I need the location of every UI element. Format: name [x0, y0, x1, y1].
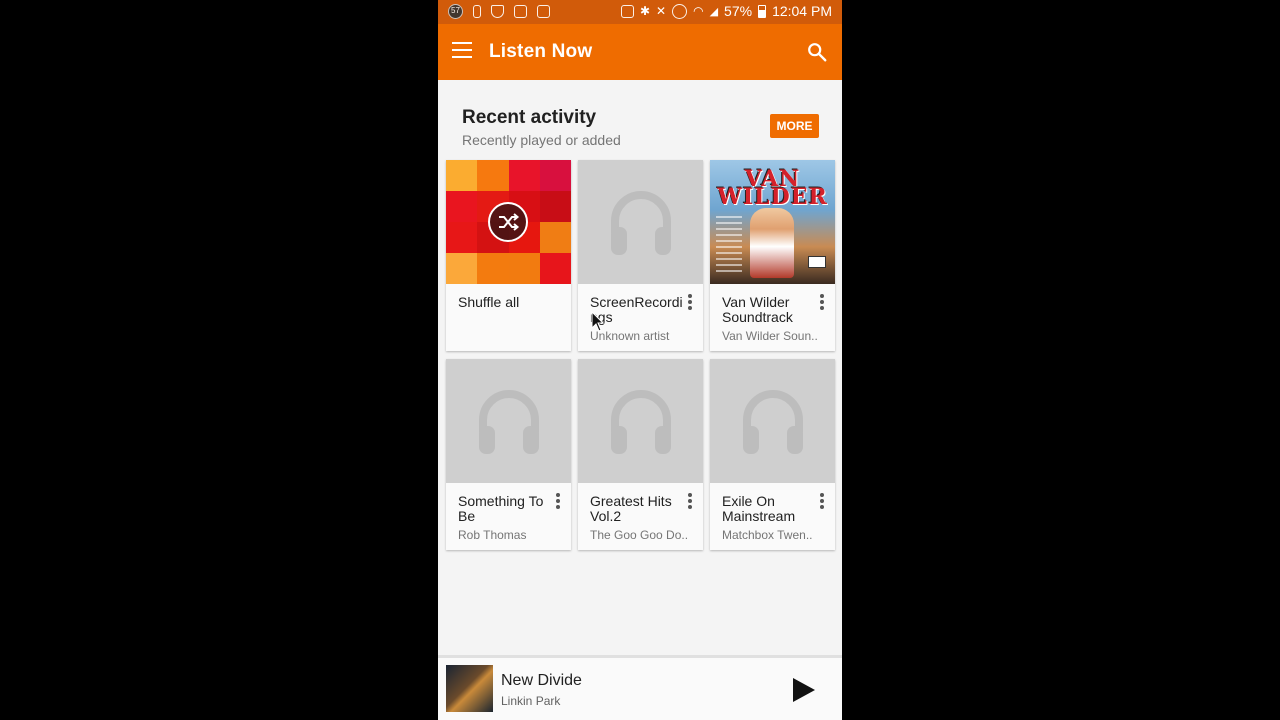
signal-icon: ◢ [709, 5, 719, 18]
search-icon[interactable] [806, 41, 828, 63]
card-subtitle: Van Wilder Soun.. [722, 329, 818, 343]
headphones-icon [611, 191, 671, 255]
card-subtitle: Unknown artist [590, 329, 670, 343]
phone-screen: 57 ✱ ✕ ◠ ◢ 57% 12:04 PM Listen Now Recen… [438, 0, 842, 720]
card-subtitle: Rob Thomas [458, 528, 527, 542]
card-subtitle: The Goo Goo Do.. [590, 528, 689, 542]
card-shuffle-all[interactable]: Shuffle all [446, 160, 571, 351]
menu-icon[interactable] [452, 42, 472, 58]
clock: 12:04 PM [772, 3, 832, 19]
card-title: Van Wilder Soundtrack [722, 294, 793, 325]
card-title: Exile On Mainstream [722, 493, 796, 524]
album-art-placeholder [578, 359, 703, 483]
battery-percent: 57% [724, 3, 753, 19]
card-title: Something To Be [458, 493, 544, 524]
wifi-icon: ◠ [693, 4, 704, 18]
card-title: Shuffle all [458, 294, 520, 310]
mouse-cursor-icon [591, 311, 605, 332]
alarm-icon [672, 3, 688, 19]
headphones-icon [479, 390, 539, 454]
album-art-placeholder [710, 359, 835, 483]
now-playing-album-art [446, 665, 493, 712]
overflow-menu-icon[interactable] [687, 493, 693, 509]
album-cover-art: VAN WILDER [710, 160, 835, 284]
shield-icon [491, 5, 504, 18]
cast-icon [620, 4, 634, 18]
status-bar: 57 ✱ ✕ ◠ ◢ 57% 12:04 PM [438, 0, 842, 24]
card-title: Greatest Hits Vol.2 [590, 493, 672, 524]
font-icon [537, 5, 550, 18]
card-album[interactable]: VAN WILDER Van Wilder Soundtrack Van Wil… [710, 160, 835, 351]
overflow-menu-icon[interactable] [687, 294, 693, 310]
notification-count-icon: 57 [448, 4, 463, 19]
album-art-placeholder [446, 359, 571, 483]
app-bar: Listen Now [438, 24, 842, 80]
now-playing-title: New Divide [501, 672, 582, 689]
album-art-placeholder [578, 160, 703, 284]
shuffle-mosaic-art [446, 160, 571, 284]
section-subtitle: Recently played or added [462, 132, 621, 148]
card-album[interactable]: Exile On Mainstream Matchbox Twen.. [710, 359, 835, 550]
now-playing-artist: Linkin Park [501, 694, 561, 708]
overflow-menu-icon[interactable] [555, 493, 561, 509]
bluetooth-icon: ✱ [639, 4, 651, 18]
play-icon[interactable] [788, 675, 818, 705]
overflow-menu-icon[interactable] [819, 493, 825, 509]
shuffle-icon[interactable] [488, 202, 528, 242]
now-playing-bar[interactable]: New Divide Linkin Park [438, 655, 842, 720]
phone-icon [473, 5, 481, 18]
voicemail-icon [514, 5, 527, 18]
more-button[interactable]: MORE [770, 114, 819, 138]
battery-icon [758, 4, 767, 18]
headphones-icon [611, 390, 671, 454]
overflow-menu-icon[interactable] [819, 294, 825, 310]
album-cover-lettering: VAN WILDER [717, 166, 828, 210]
card-album[interactable]: Greatest Hits Vol.2 The Goo Goo Do.. [578, 359, 703, 550]
mute-icon: ✕ [656, 4, 667, 18]
headphones-icon [743, 390, 803, 454]
page-title: Listen Now [489, 41, 593, 62]
section-title: Recent activity [462, 107, 597, 128]
card-album[interactable]: Something To Be Rob Thomas [446, 359, 571, 550]
card-subtitle: Matchbox Twen.. [722, 528, 813, 542]
